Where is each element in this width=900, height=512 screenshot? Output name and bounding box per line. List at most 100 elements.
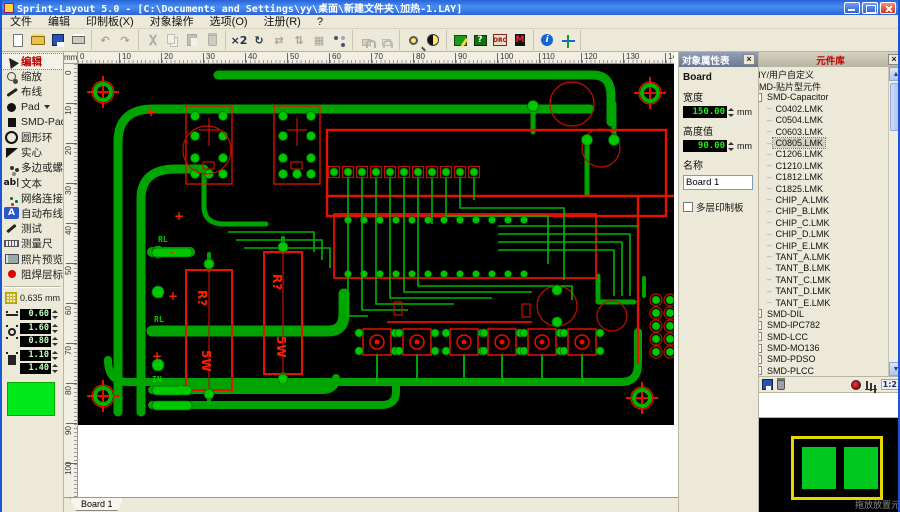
width-spinner[interactable] [728,107,735,118]
pad-outer-display[interactable]: 1.60 [20,323,51,334]
open-button[interactable] [28,31,48,50]
delete-button[interactable] [202,31,222,50]
unlock-button[interactable] [376,31,396,50]
footprint-edit-button[interactable] [450,31,470,50]
tree-item-CHIP_B.LMK[interactable]: –CHIP_B.LMK [759,206,895,217]
tree-item-C1210.LMK[interactable]: –C1210.LMK [759,160,895,171]
info-button[interactable]: i [537,31,557,50]
save-button[interactable] [48,31,68,50]
zoom-button[interactable] [403,31,423,50]
tree-item-CHIP_A.LMK[interactable]: –CHIP_A.LMK [759,194,895,205]
tool-pad[interactable]: Pad [2,100,63,115]
track-width-spinner[interactable] [52,309,59,320]
close-icon[interactable]: × [743,54,755,65]
cut-button[interactable] [142,31,162,50]
library-pins-icon[interactable] [865,379,877,390]
tree-item-C0603.LMK[interactable]: –C0603.LMK [759,126,895,137]
menu-item-3[interactable]: 对象操作 [142,15,202,29]
test-board-button[interactable]: ? [470,31,490,50]
copy-button[interactable] [162,31,182,50]
menu-item-2[interactable]: 印制板(X) [78,15,142,29]
menu-item-0[interactable]: 文件 [2,15,40,29]
tool-zone[interactable]: 实心 [2,145,63,160]
scroll-thumb[interactable] [890,83,900,131]
snap-button[interactable] [557,31,577,50]
tree-item-SMD-DIL[interactable]: +SMD-DIL [759,308,895,319]
tree-item-TANT_B.LMK[interactable]: –TANT_B.LMK [759,263,895,274]
multilayer-checkbox[interactable] [683,202,693,212]
undo-button[interactable]: ↶ [95,31,115,50]
tool-special[interactable]: 多边或螺纹 [2,160,63,175]
expand-toggle[interactable]: - [759,93,762,102]
smd-height-spinner[interactable] [52,363,59,374]
smd-width-display[interactable]: 1.10 [20,350,51,361]
tool-autoroute[interactable]: A自动布线 [2,206,63,221]
tree-item-C0402.LMK[interactable]: –C0402.LMK [759,103,895,114]
menu-item-1[interactable]: 编辑 [40,15,78,29]
library-delete-icon[interactable] [777,380,785,390]
tree-item-C1825.LMK[interactable]: –C1825.LMK [759,183,895,194]
board-name-input[interactable] [683,175,753,190]
tool-circle[interactable]: 圆形环 [2,130,63,145]
height-spinner[interactable] [728,141,735,152]
tree-item-SMD-LCC[interactable]: +SMD-LCC [759,331,895,342]
tool-connections[interactable]: 网络连接线 [2,191,63,206]
tool-soldermask[interactable]: 阻焊层标记 [2,267,63,282]
smd-width-spinner[interactable] [52,350,59,361]
restore-button[interactable] [862,2,878,14]
tool-edit[interactable]: 编辑 [2,54,63,69]
pad-inner-spinner[interactable] [52,336,59,347]
connect-button[interactable] [329,31,349,50]
tree-item-SMD-PDSO[interactable]: +SMD-PDSO [759,354,895,365]
tree-item-CHIP_D.LMK[interactable]: –CHIP_D.LMK [759,228,895,239]
pad-outer-spinner[interactable] [52,323,59,334]
footprint-preview[interactable]: 拖放放置元 [759,418,900,512]
height-display[interactable]: 90.00 [683,140,727,152]
tree-item-C1206.LMK[interactable]: –C1206.LMK [759,149,895,160]
tree-item-C0805.LMK[interactable]: –C0805.LMK [759,137,895,148]
pad-inner-display[interactable]: 0.80 [20,336,51,347]
expand-toggle[interactable]: + [759,344,762,353]
expand-toggle[interactable]: + [759,366,762,375]
tool-smd-pad[interactable]: SMD-Pad [2,115,63,130]
lock-button[interactable] [356,31,376,50]
macro-button[interactable]: M [510,31,530,50]
duplicate-button[interactable]: ×2 [229,31,249,50]
chevron-down-icon[interactable] [44,105,50,109]
track-width-display[interactable]: 0.60 [20,309,51,320]
pcb-canvas[interactable]: R? 5W R? 5W [78,64,674,425]
tree-item-TANT_C.LMK[interactable]: –TANT_C.LMK [759,274,895,285]
board-tab[interactable]: Board 1 [70,498,124,511]
width-display[interactable]: 150.00 [683,106,727,118]
redo-button[interactable]: ↷ [115,31,135,50]
expand-toggle[interactable]: + [759,332,762,341]
menu-item-6[interactable]: ? [309,15,331,29]
tree-item-TANT_E.LMK[interactable]: –TANT_E.LMK [759,297,895,308]
align-button[interactable]: ▦ [309,31,329,50]
tool-photoview[interactable]: 照片预览 [2,251,63,266]
new-button[interactable] [8,31,28,50]
library-save-icon[interactable] [762,379,773,390]
flip-v-button[interactable]: ⇅ [289,31,309,50]
flip-h-button[interactable]: ⇄ [269,31,289,50]
tool-zoom[interactable]: 缩放 [2,69,63,84]
tree-item-C0504.LMK[interactable]: –C0504.LMK [759,115,895,126]
library-origin-icon[interactable] [851,380,861,390]
tool-measure[interactable]: 测量尺 [2,236,63,251]
tree-item-CHIP_C.LMK[interactable]: –CHIP_C.LMK [759,217,895,228]
library-name-field[interactable] [759,393,900,418]
paste-button[interactable] [182,31,202,50]
grid-setting[interactable]: 0.635 mm [2,290,63,306]
close-icon[interactable]: × [888,54,900,65]
tree-item-SMD-PLCC[interactable]: +SMD-PLCC [759,365,895,376]
library-scale-icon[interactable]: 1:2 [881,379,899,390]
rotate-button[interactable]: ↻ [249,31,269,50]
close-button[interactable] [880,2,896,14]
tree-item-SMD-贴片型元件[interactable]: -SMD-贴片型元件 [759,80,895,91]
tool-track[interactable]: 布线 [2,84,63,99]
menu-item-4[interactable]: 选项(O) [202,15,256,29]
tool-text[interactable]: ab|文本 [2,176,63,191]
smd-height-display[interactable]: 1.40 [20,363,51,374]
menu-item-5[interactable]: 注册(R) [256,15,309,29]
expand-toggle[interactable]: + [759,321,762,330]
